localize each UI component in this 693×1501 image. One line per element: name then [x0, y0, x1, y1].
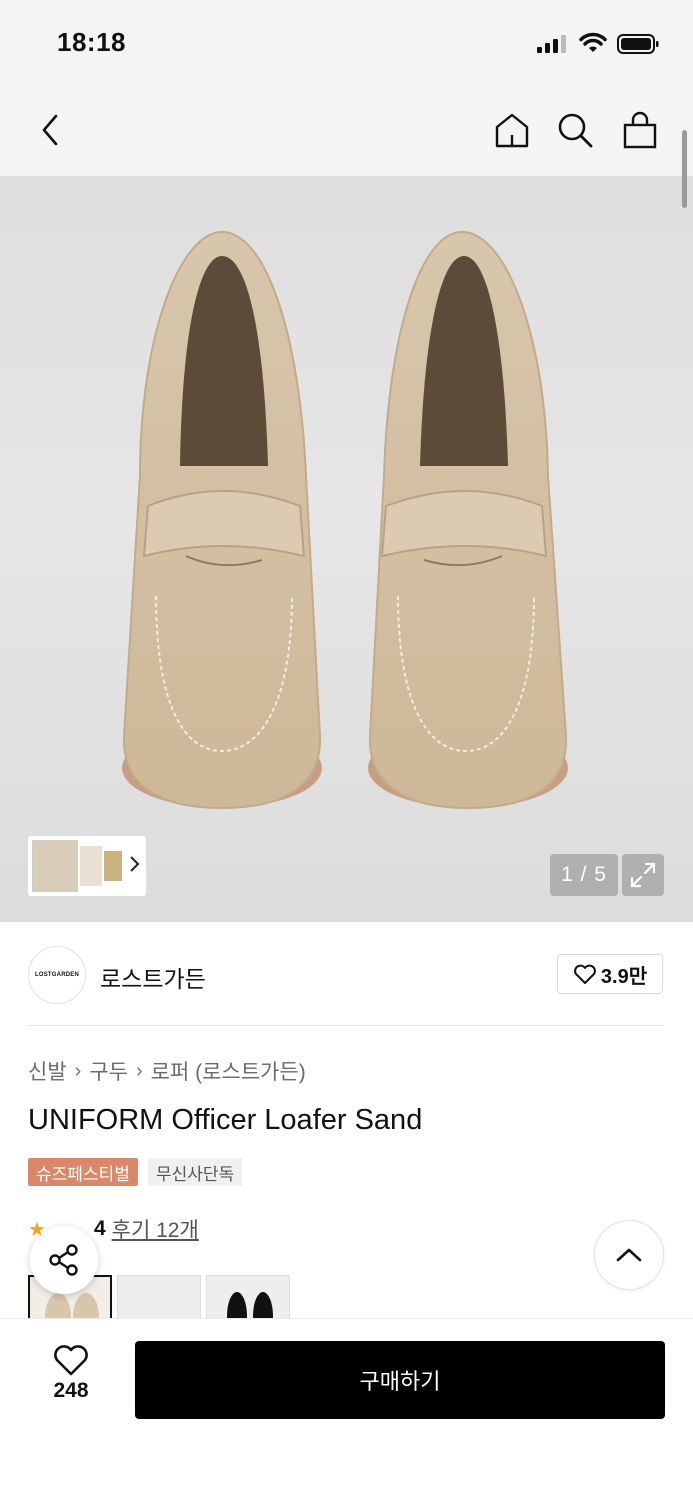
wishlist-button[interactable]: 248: [40, 1343, 102, 1413]
chevron-right-icon[interactable]: [128, 855, 140, 878]
exclusive-badge: 무신사단독: [148, 1158, 243, 1186]
product-title: UNIFORM Officer Loafer Sand: [28, 1104, 423, 1136]
thumbnail-2[interactable]: [80, 846, 102, 886]
share-button[interactable]: [30, 1226, 98, 1294]
search-icon[interactable]: [553, 108, 597, 152]
signal-icon: [537, 35, 567, 53]
shopping-bag-icon[interactable]: [618, 108, 662, 152]
brand-logo[interactable]: LOSTGARDEN: [28, 946, 86, 1004]
scrollbar[interactable]: [682, 130, 687, 208]
image-counter: 1 / 5: [550, 854, 618, 896]
divider: [28, 1025, 664, 1026]
breadcrumb-item[interactable]: 구두: [89, 1056, 128, 1086]
expand-icon[interactable]: [622, 854, 664, 896]
wishlist-count: 248: [53, 1379, 89, 1402]
heart-icon: [54, 1345, 88, 1376]
product-image[interactable]: 1 / 5: [0, 176, 693, 922]
scroll-to-top-button[interactable]: [594, 1220, 664, 1290]
festival-badge: 슈즈페스티벌: [28, 1158, 138, 1186]
breadcrumb-item[interactable]: 로퍼 (로스트가든): [151, 1056, 306, 1086]
brand-like-count: 3.9만: [600, 965, 648, 988]
brand-like-button[interactable]: 3.9만: [557, 954, 663, 994]
image-thumbnail-strip[interactable]: [28, 836, 146, 896]
rating-value: 4: [93, 1217, 106, 1240]
chevron-up-icon: [616, 1248, 642, 1262]
thumbnail-3[interactable]: [104, 851, 122, 881]
chevron-right-icon: ›: [74, 1059, 82, 1082]
heart-icon: [574, 964, 596, 984]
review-link[interactable]: 후기 12개: [112, 1214, 199, 1244]
share-icon: [49, 1244, 78, 1276]
top-navigation: [0, 88, 693, 176]
thumbnail-1[interactable]: [32, 840, 78, 892]
home-icon[interactable]: [490, 108, 534, 152]
loafer-pair-image: [122, 230, 568, 810]
brand-name[interactable]: 로스트가든: [100, 960, 206, 994]
breadcrumb-item[interactable]: 신발: [28, 1056, 67, 1086]
chevron-left-icon[interactable]: [28, 108, 72, 152]
battery-icon: [617, 34, 659, 54]
breadcrumb: 신발 › 구두 › 로퍼 (로스트가든): [28, 1056, 306, 1086]
status-time: 18:18: [57, 27, 126, 57]
bottom-action-bar: 248 구매하기: [0, 1318, 693, 1501]
buy-button[interactable]: 구매하기: [135, 1341, 665, 1419]
wifi-icon: [578, 32, 608, 54]
chevron-right-icon: ›: [135, 1059, 143, 1082]
